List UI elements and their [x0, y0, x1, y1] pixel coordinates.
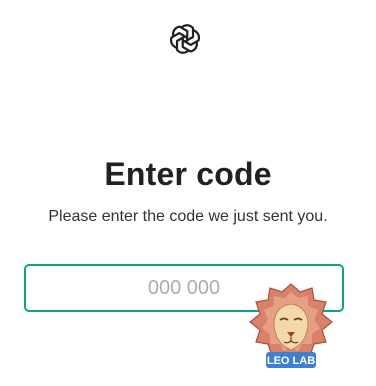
verification-page: Enter code Please enter the code we just…: [0, 0, 376, 386]
page-subtitle: Please enter the code we just sent you.: [48, 208, 328, 225]
leo-lab-watermark: LEO LAB: [248, 282, 334, 374]
lion-head-icon: LEO LAB: [249, 283, 333, 368]
openai-logo-icon: [168, 22, 202, 56]
page-title: Enter code: [104, 156, 272, 192]
watermark-text: LEO LAB: [267, 355, 315, 367]
